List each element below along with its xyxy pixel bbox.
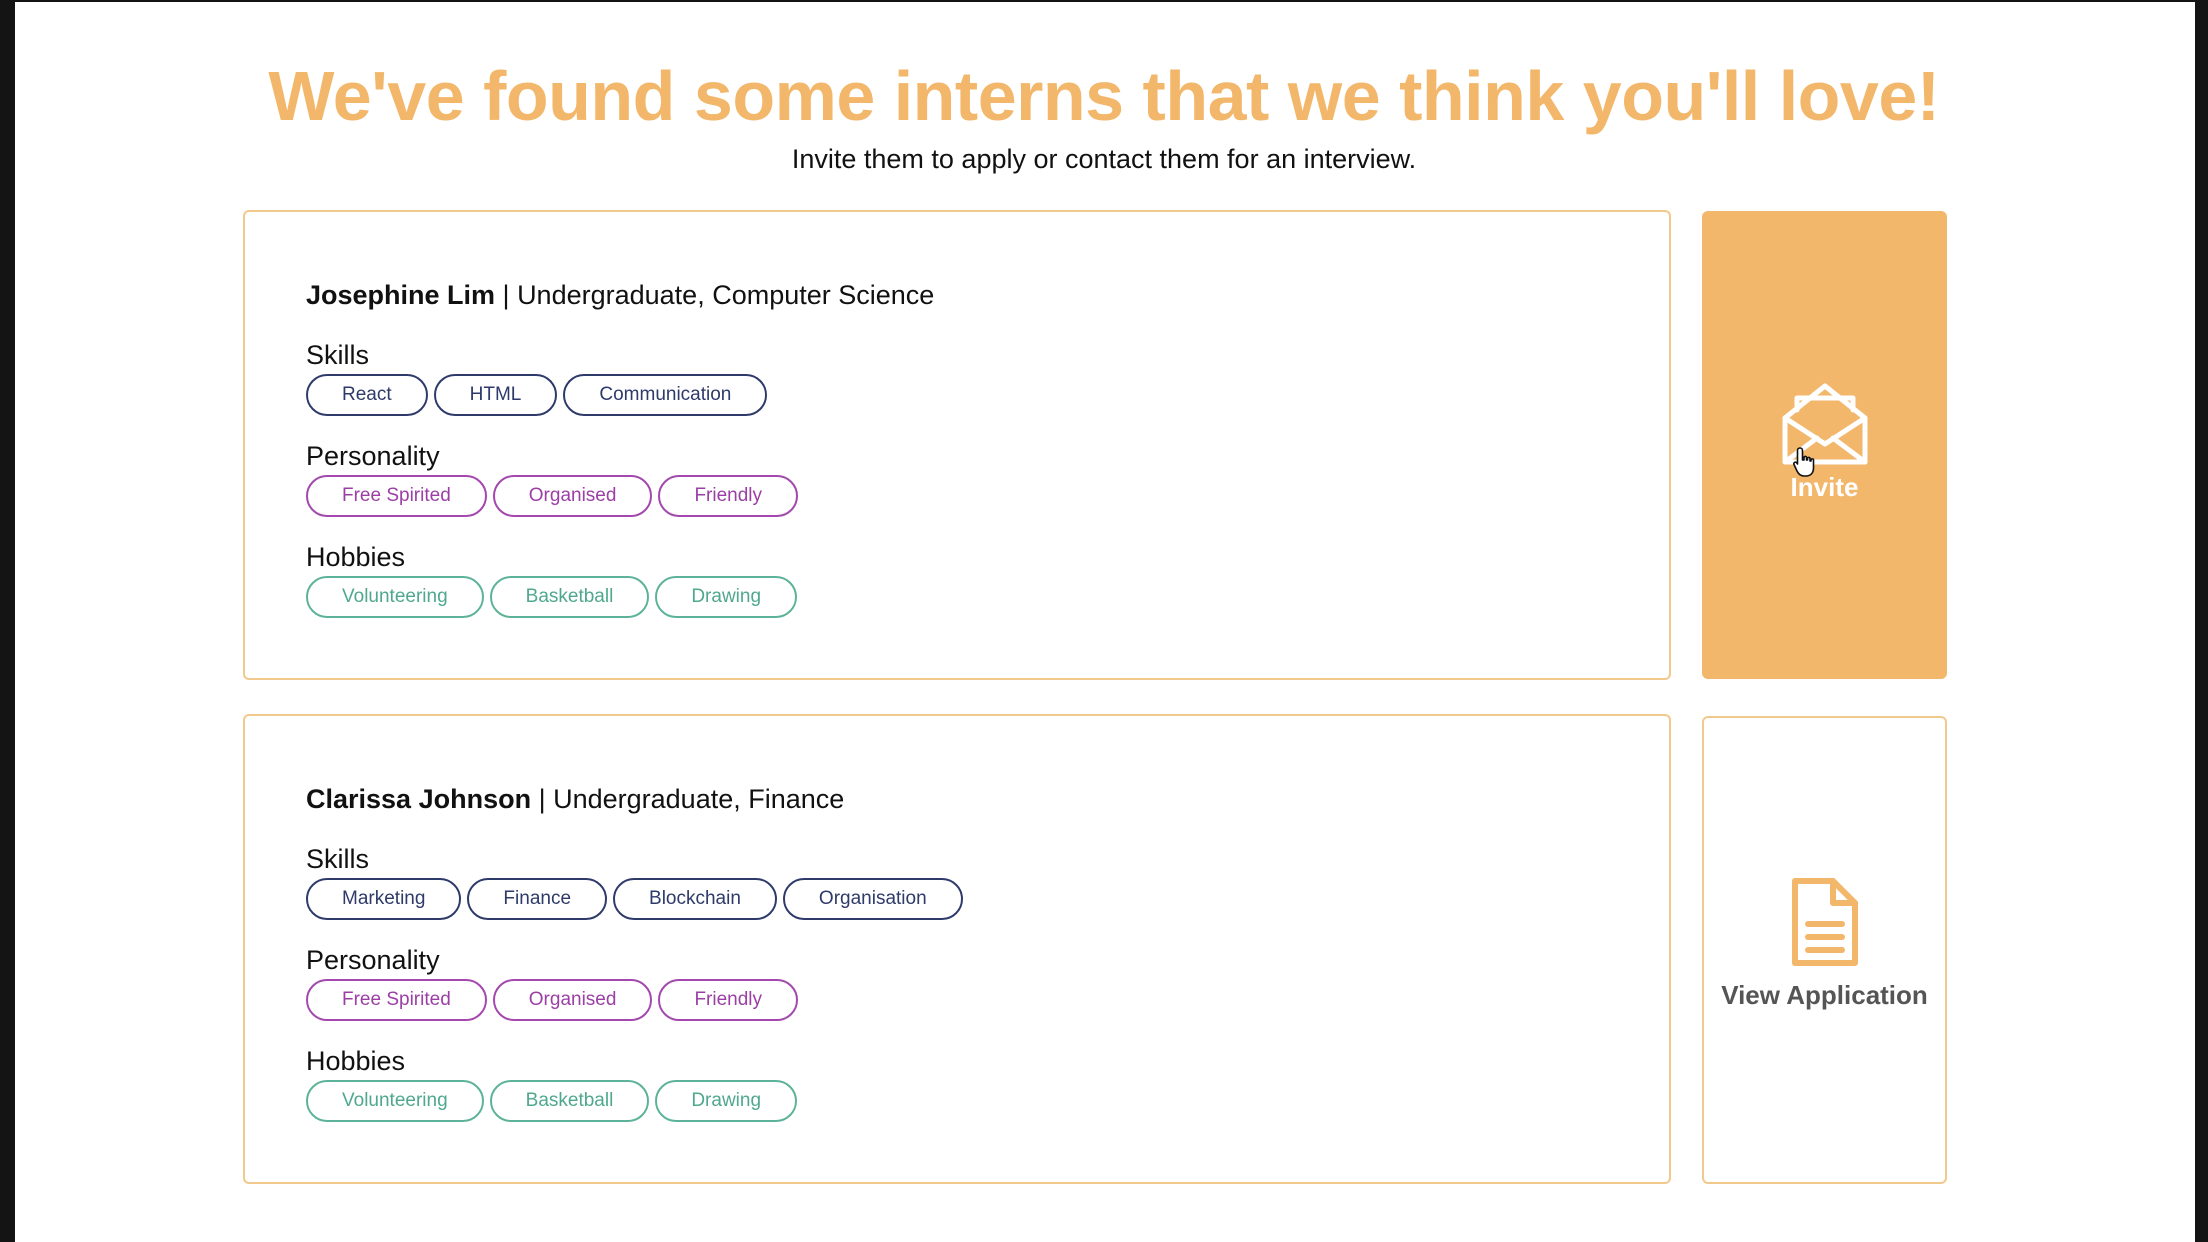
personality-tag: Organised — [492, 979, 653, 1021]
intern-heading: Josephine Lim | Undergraduate, Computer … — [306, 280, 934, 311]
window-frame-top — [0, 0, 2208, 2]
hobbies-label: Hobbies — [306, 542, 406, 572]
view-application-label: View Application — [1721, 979, 1928, 1010]
window-frame-right — [2195, 0, 2208, 1242]
document-icon — [1791, 877, 1858, 966]
intern-details: | Undergraduate, Finance — [531, 784, 845, 814]
personality-tags: Free Spirited Organised Friendly — [306, 979, 799, 1021]
personality-label: Personality — [306, 945, 440, 975]
personality-tags: Free Spirited Organised Friendly — [306, 475, 799, 517]
hobby-tag: Volunteering — [306, 576, 484, 618]
intern-card: Clarissa Johnson | Undergraduate, Financ… — [243, 714, 1671, 1184]
skill-tag: HTML — [433, 374, 558, 416]
hobbies-label: Hobbies — [306, 1046, 406, 1076]
hobbies-tags: Volunteering Basketball Drawing — [306, 1080, 798, 1122]
hobby-tag: Drawing — [655, 1080, 798, 1122]
page-title: We've found some interns that we think y… — [268, 57, 1940, 135]
skill-tag: Communication — [563, 374, 768, 416]
intern-details: | Undergraduate, Computer Science — [495, 280, 935, 310]
skills-tags: React HTML Communication — [306, 374, 768, 416]
skills-label: Skills — [306, 340, 370, 370]
hobby-tag: Basketball — [489, 576, 650, 618]
intern-name: Clarissa Johnson — [306, 784, 532, 814]
personality-tag: Free Spirited — [306, 979, 487, 1021]
intern-heading: Clarissa Johnson | Undergraduate, Financ… — [306, 784, 844, 815]
skill-tag: Finance — [467, 878, 608, 920]
personality-tag: Friendly — [658, 475, 799, 517]
view-application-button[interactable]: View Application — [1702, 716, 1947, 1184]
personality-label: Personality — [306, 441, 440, 471]
invite-button[interactable]: Invite — [1702, 211, 1947, 679]
personality-tag: Free Spirited — [306, 475, 487, 517]
skills-tags: Marketing Finance Blockchain Organisatio… — [306, 878, 963, 920]
window-frame-left — [0, 0, 15, 1242]
skill-tag: Blockchain — [613, 878, 777, 920]
hobby-tag: Basketball — [489, 1080, 650, 1122]
skills-label: Skills — [306, 844, 370, 874]
skill-tag: React — [306, 374, 428, 416]
intern-card: Josephine Lim | Undergraduate, Computer … — [243, 210, 1671, 680]
personality-tag: Organised — [492, 475, 653, 517]
personality-tag: Friendly — [658, 979, 799, 1021]
page-subtitle: Invite them to apply or contact them for… — [791, 144, 1417, 174]
skill-tag: Organisation — [782, 878, 963, 920]
hand-pointer-cursor-icon — [1793, 447, 1815, 477]
hobbies-tags: Volunteering Basketball Drawing — [306, 576, 798, 618]
skill-tag: Marketing — [306, 878, 462, 920]
intern-name: Josephine Lim — [306, 280, 496, 310]
hobby-tag: Volunteering — [306, 1080, 484, 1122]
hobby-tag: Drawing — [655, 576, 798, 618]
